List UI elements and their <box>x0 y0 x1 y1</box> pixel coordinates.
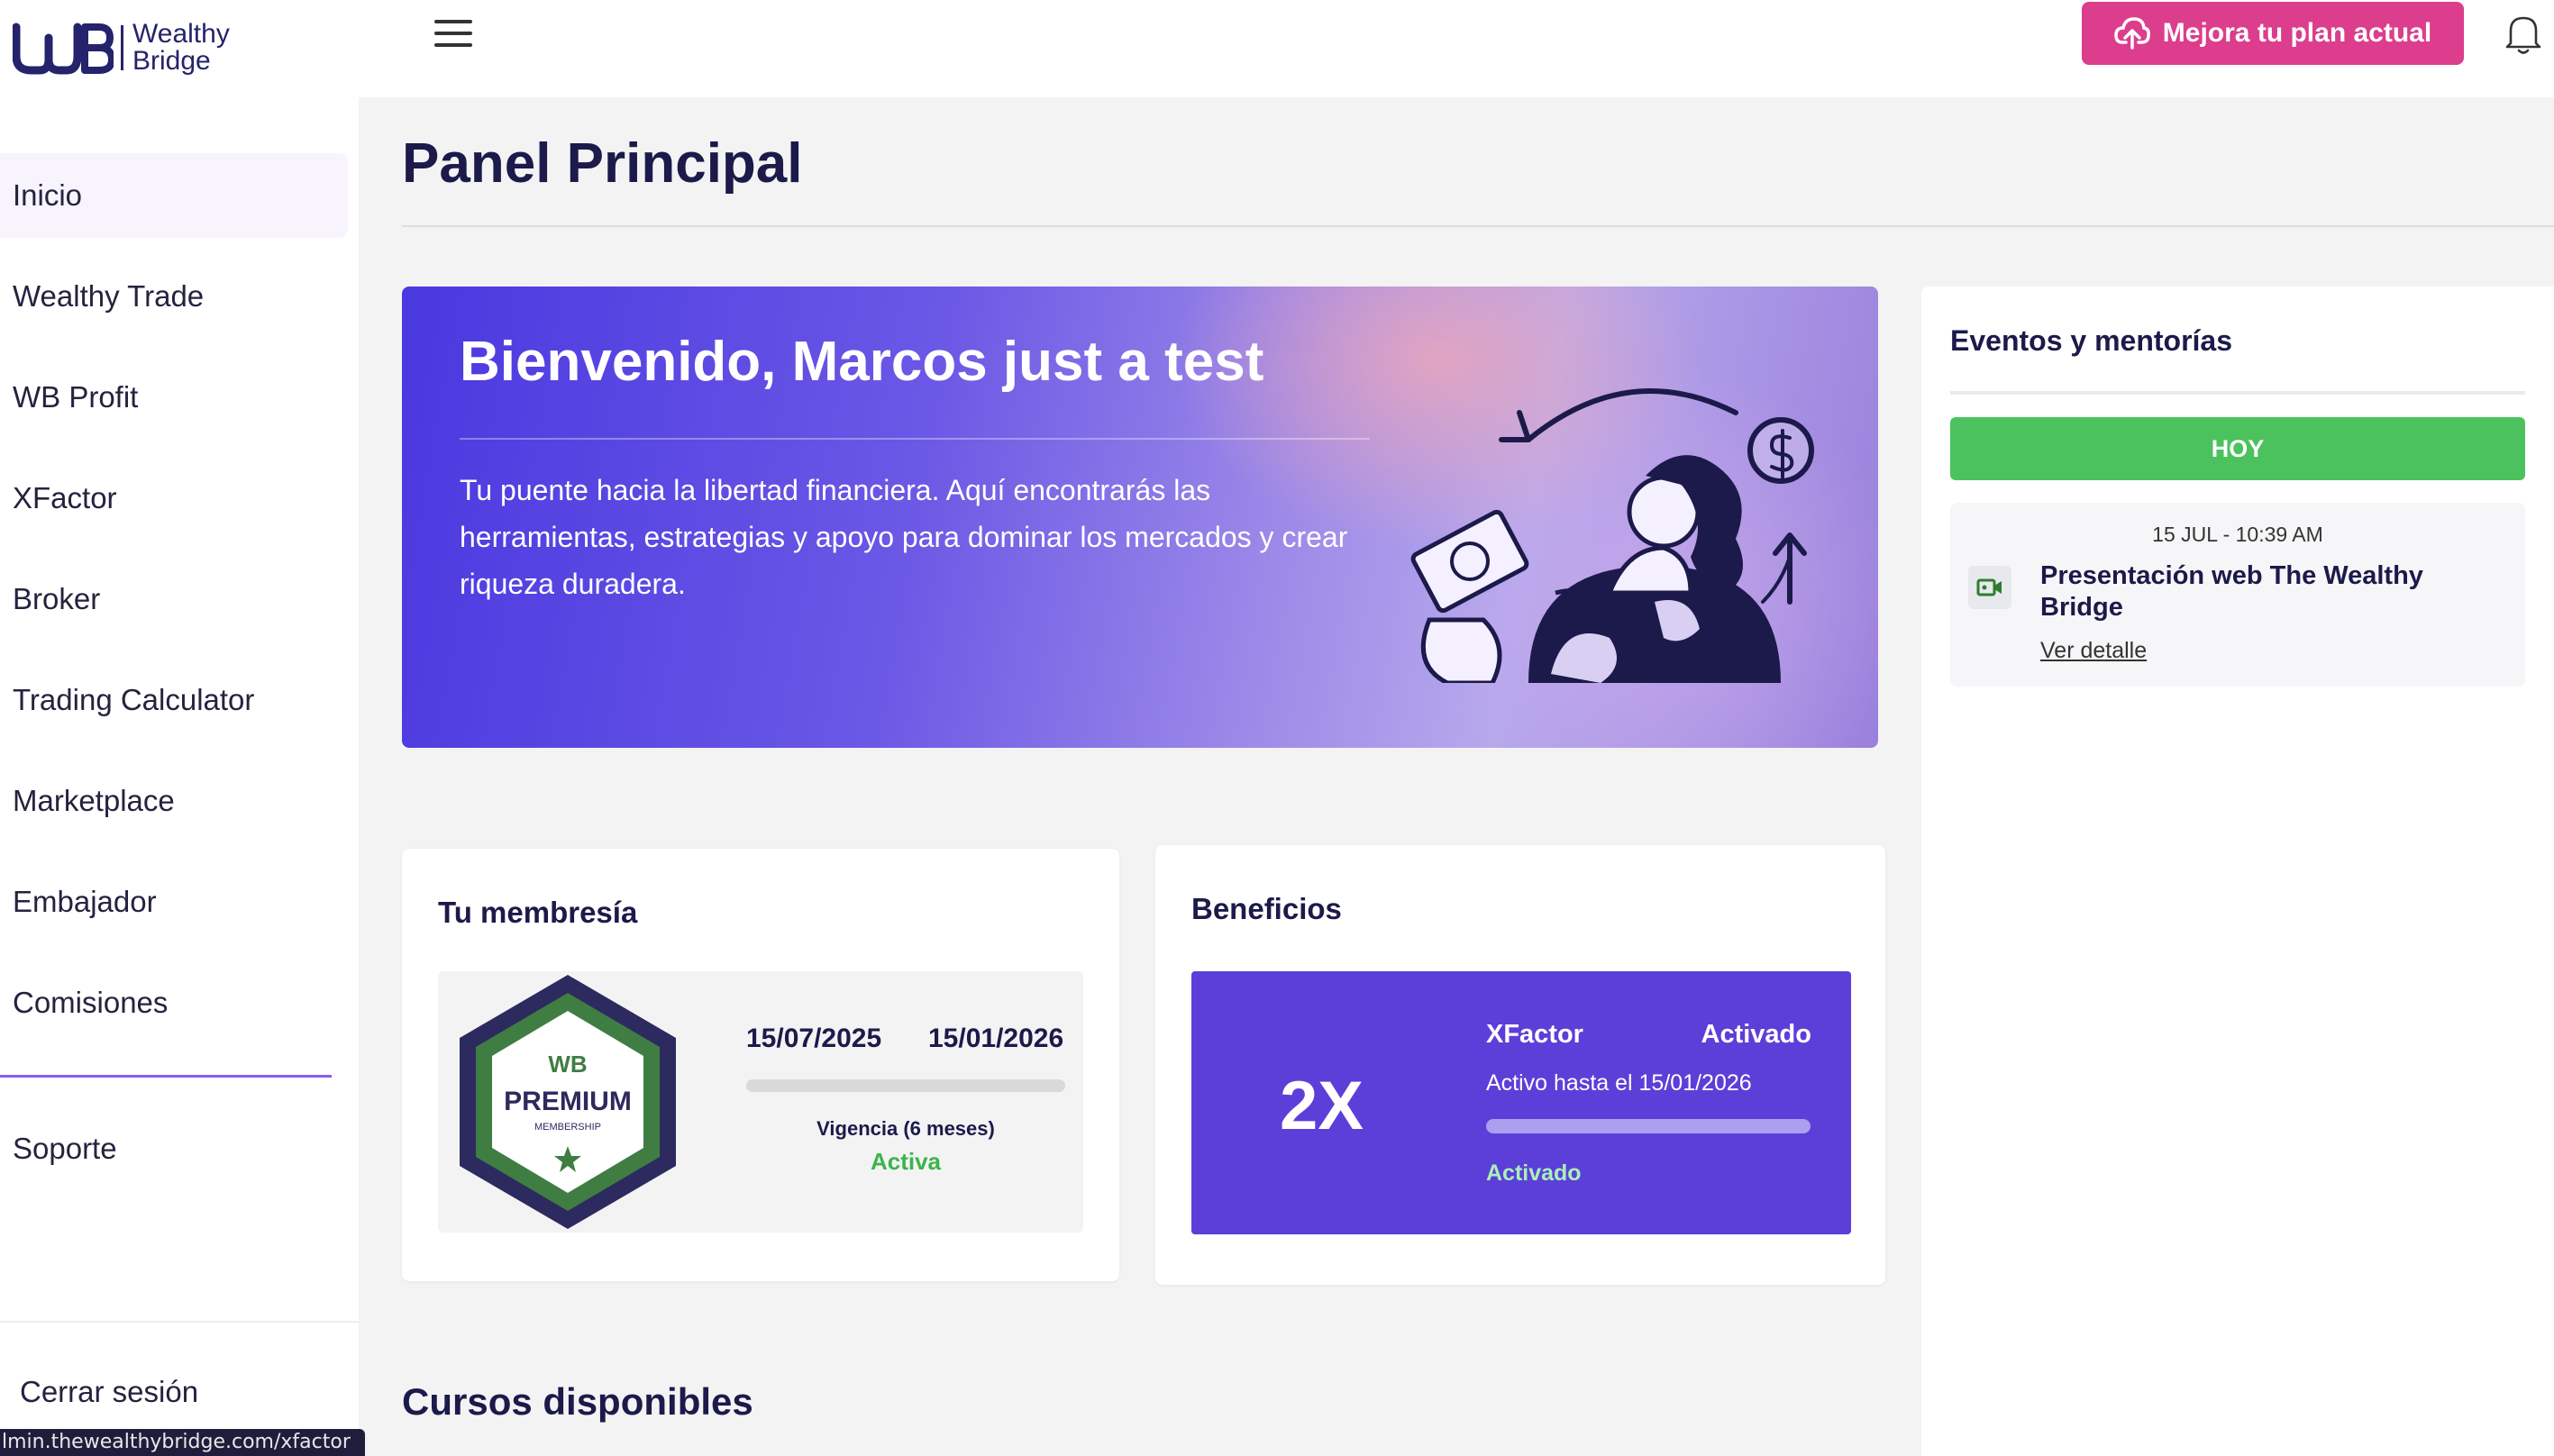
events-title: Eventos y mentorías <box>1950 324 2232 357</box>
benefit-status: Activado <box>1486 1160 1582 1186</box>
membership-title: Tu membresía <box>438 896 638 929</box>
logo-separator <box>121 25 123 70</box>
sidebar-divider <box>0 1075 332 1078</box>
sidebar-item-marketplace[interactable]: Marketplace <box>0 759 348 843</box>
sidebar-item-xfactor[interactable]: XFactor <box>0 456 348 541</box>
benefit-xfactor[interactable]: 2X XFactor Activado Activo hasta el 15/0… <box>1191 971 1851 1234</box>
menu-toggle-icon[interactable] <box>434 20 472 50</box>
welcome-title: Bienvenido, Marcos just a test <box>460 331 1264 393</box>
badge-subtitle: MEMBERSHIP <box>534 1122 601 1133</box>
benefit-name: XFactor <box>1486 1020 1583 1049</box>
membership-progress-bar <box>746 1079 1065 1092</box>
benefit-until: Activo hasta el 15/01/2026 <box>1486 1070 1752 1096</box>
event-name: Presentación web The Wealthy Bridge <box>2040 561 2423 622</box>
sidebar-item-broker[interactable]: Broker <box>0 557 348 642</box>
membership-validity: Vigencia (6 meses) <box>816 1117 995 1140</box>
event-item[interactable]: 15 JUL - 10:39 AM Presentación web The W… <box>1950 503 2525 687</box>
sidebar-item-inicio[interactable]: Inicio <box>0 153 348 238</box>
badge-title: PREMIUM <box>504 1087 632 1116</box>
logo-line-2: Bridge <box>132 46 211 76</box>
upgrade-plan-label: Mejora tu plan actual <box>2162 18 2432 48</box>
benefit-progress-bar <box>1486 1119 1811 1133</box>
courses-title: Cursos disponibles <box>402 1380 753 1423</box>
upload-cloud-icon <box>2114 17 2150 50</box>
sidebar: Inicio Wealthy Trade WB Profit XFactor B… <box>0 97 359 1456</box>
financial-freedom-illustration-icon <box>1410 388 1814 683</box>
sidebar-item-soporte[interactable]: Soporte <box>0 1106 348 1191</box>
membership-end-date: 15/01/2026 <box>928 1024 1064 1053</box>
welcome-divider <box>460 438 1370 440</box>
benefit-state: Activado <box>1701 1020 1811 1049</box>
benefits-title: Beneficios <box>1191 892 1342 925</box>
membership-card: Tu membresía WB PREMIUM MEMBERSHIP 15/07… <box>402 849 1119 1281</box>
top-bar: Wealthy Bridge Mejora tu plan actual <box>0 0 2554 97</box>
event-time: 15 JUL - 10:39 AM <box>2152 523 2323 546</box>
video-camera-icon <box>1968 566 2011 609</box>
sidebar-item-trading-calculator[interactable]: Trading Calculator <box>0 658 348 742</box>
welcome-banner: Bienvenido, Marcos just a test Tu puente… <box>402 287 1878 748</box>
sidebar-item-embajador[interactable]: Embajador <box>0 860 348 944</box>
events-panel: Eventos y mentorías HOY 15 JUL - 10:39 A… <box>1921 287 2554 1456</box>
premium-membership-badge-icon: WB PREMIUM MEMBERSHIP <box>460 975 676 1229</box>
logo-wordmark: Wealthy Bridge <box>132 21 230 75</box>
status-bar-url: lmin.thewealthybridge.com/xfactor <box>0 1429 365 1456</box>
logo-line-1: Wealthy <box>132 19 230 49</box>
brand-logo[interactable]: Wealthy Bridge <box>13 20 230 76</box>
membership-details: WB PREMIUM MEMBERSHIP 15/07/2025 15/01/2… <box>438 971 1083 1233</box>
notifications-bell-icon[interactable] <box>2504 13 2543 56</box>
benefit-multiplier: 2X <box>1280 1068 1364 1144</box>
today-filter-button[interactable]: HOY <box>1950 417 2525 480</box>
upgrade-plan-button[interactable]: Mejora tu plan actual <box>2082 2 2464 65</box>
page-title: Panel Principal <box>402 132 803 195</box>
sidebar-item-comisiones[interactable]: Comisiones <box>0 960 348 1045</box>
membership-status: Activa <box>870 1148 942 1175</box>
benefits-card: Beneficios 2X XFactor Activado Activo ha… <box>1155 845 1885 1285</box>
wb-logo-icon <box>13 23 114 75</box>
sidebar-item-wealthy-trade[interactable]: Wealthy Trade <box>0 254 348 339</box>
membership-start-date: 15/07/2025 <box>746 1024 882 1053</box>
sidebar-bottom-divider <box>0 1321 359 1323</box>
sidebar-item-wb-profit[interactable]: WB Profit <box>0 355 348 440</box>
badge-brand: WB <box>548 1051 587 1078</box>
welcome-text: Tu puente hacia la libertad financiera. … <box>460 474 1348 600</box>
title-divider <box>402 225 2554 227</box>
events-divider <box>1950 391 2525 395</box>
event-detail-link[interactable]: Ver detalle <box>2040 638 2147 664</box>
logout-button[interactable]: Cerrar sesión <box>20 1375 198 1409</box>
